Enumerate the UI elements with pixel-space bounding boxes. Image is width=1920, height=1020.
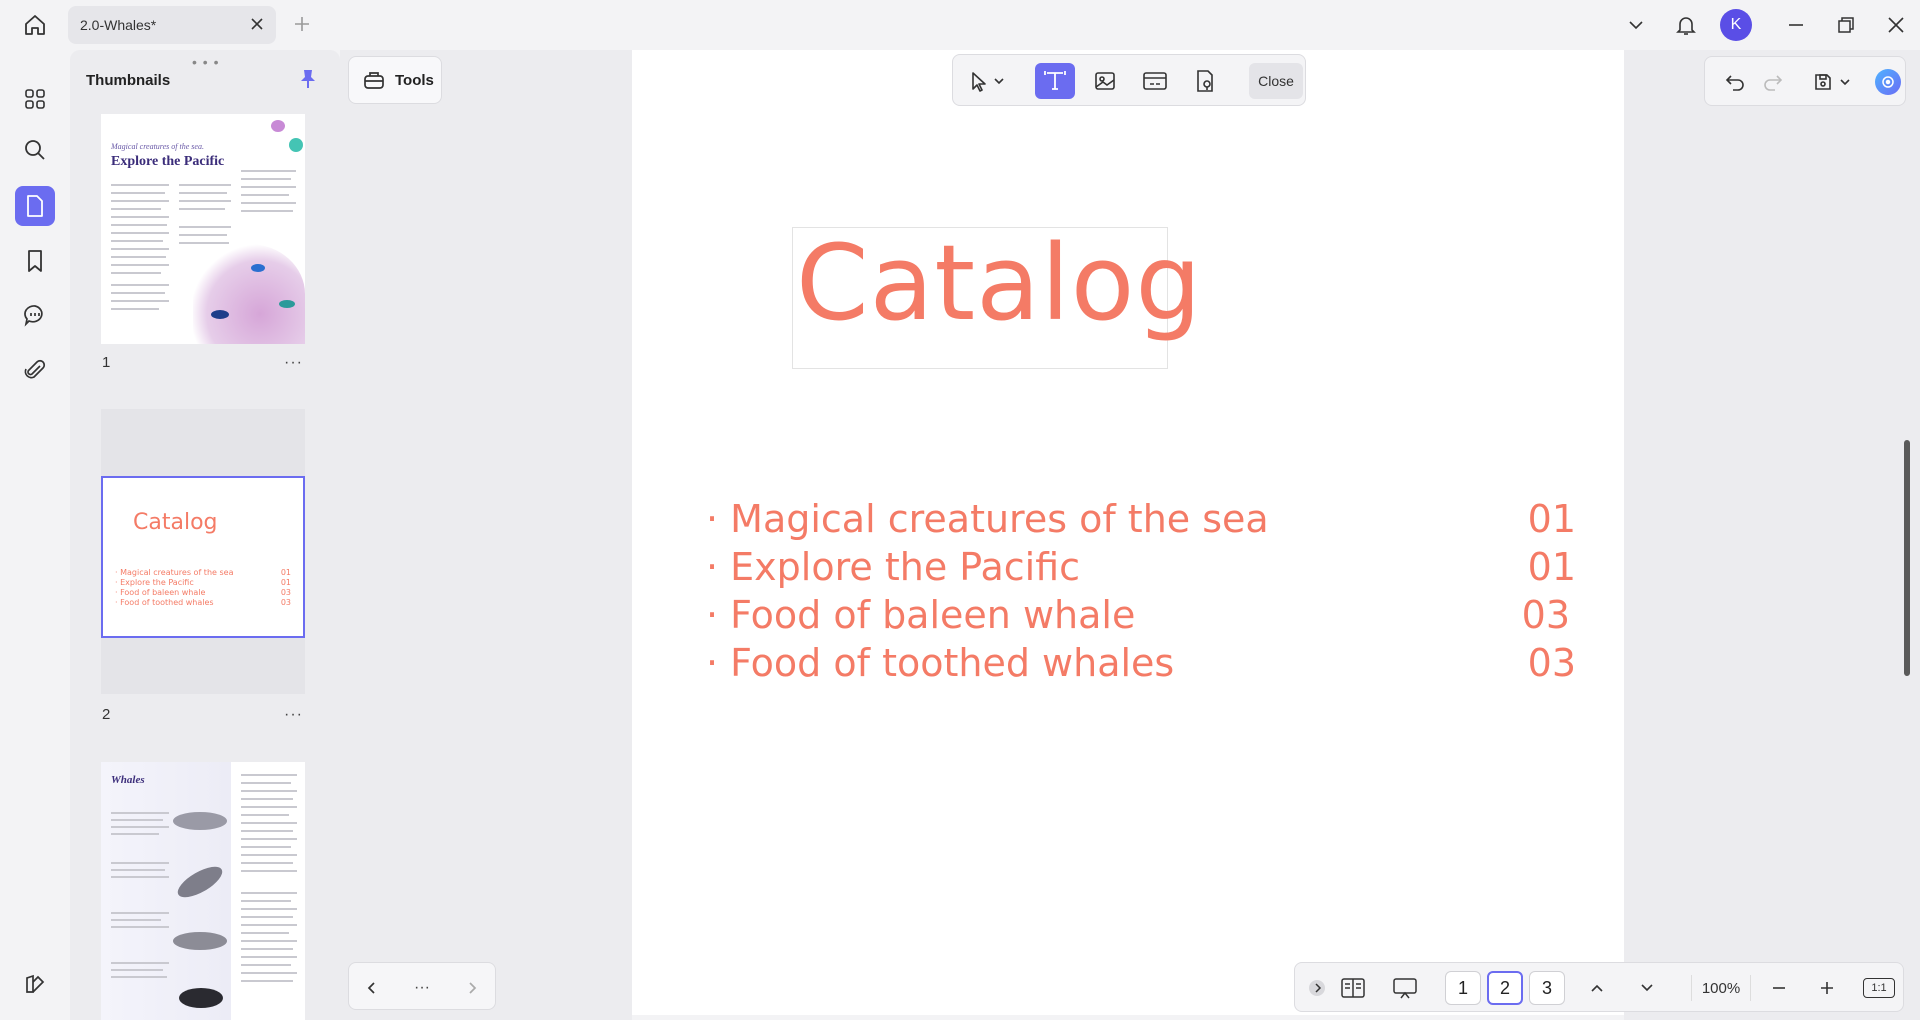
chevron-right-icon[interactable] [1307,975,1327,1001]
toc-page-number: 01 [1527,545,1576,589]
zoom-in-icon[interactable] [1813,975,1841,1001]
document-title[interactable]: Catalog [796,222,1202,344]
thumb-toc-num: 03 [280,598,291,607]
image-tool[interactable] [1085,63,1125,99]
thumb-toc-num: 01 [280,578,291,587]
thumbnails-icon[interactable] [15,186,55,226]
comments-icon[interactable] [15,295,55,335]
toolbox-icon [363,70,385,90]
bell-icon[interactable] [1672,11,1700,39]
title-bar: 2.0-Whales* K [0,0,1920,50]
more-pages-button[interactable]: ··· [411,977,433,999]
page-button[interactable]: 1 [1445,971,1481,1005]
tools-column: Tools ··· [340,50,632,1020]
apps-grid-icon[interactable] [15,79,55,119]
page-button[interactable]: 3 [1529,971,1565,1005]
right-toolbar [1704,56,1906,106]
bottom-toolbar: 1 2 3 100% 1:1 [1294,962,1904,1012]
tab-title: 2.0-Whales* [80,17,157,33]
page-thumbnail-3[interactable]: Whales [101,762,305,1020]
search-icon[interactable] [15,130,55,170]
chevron-down-icon[interactable] [1622,11,1650,39]
page-layout-icon[interactable] [1339,975,1367,1001]
thumb-page-number: 2 [102,706,111,723]
left-rail [0,50,70,1020]
page-nav: ··· [348,962,496,1010]
presentation-icon[interactable] [1391,975,1419,1001]
thumb-heading: Explore the Pacific [111,154,225,169]
toc-page-number: 01 [1527,497,1576,541]
toc-entry[interactable]: · Food of toothed whales 03 [706,641,1576,689]
toc-label: · Food of toothed whales [706,641,1175,685]
thumb-more-button[interactable]: ··· [284,706,303,724]
thumb-toc-label: · Food of toothed whales [115,598,214,607]
toc-entry[interactable]: · Food of baleen whale 03 [706,593,1576,641]
thumb-heading: Catalog [133,510,218,535]
avatar[interactable]: K [1720,9,1752,41]
edit-toolbar: Close [952,54,1306,106]
new-tab-icon[interactable] [292,14,312,34]
toc-entry[interactable]: · Magical creatures of the sea 01 [706,497,1576,545]
home-icon[interactable] [18,10,52,40]
chevron-down-icon[interactable] [1837,70,1853,94]
close-edit-button[interactable]: Close [1249,63,1303,99]
save-icon[interactable] [1811,70,1835,94]
watermark-tool[interactable] [1185,63,1225,99]
select-tool[interactable] [959,63,1015,99]
toc-entry[interactable]: · Explore the Pacific 01 [706,545,1576,593]
right-gutter [1624,50,1920,1020]
toc-label: · Food of baleen whale [706,593,1136,637]
chevron-left-icon[interactable] [361,977,383,999]
minimize-icon[interactable] [1782,11,1810,39]
thumb-more-button[interactable]: ··· [284,354,303,372]
chevron-down-icon[interactable] [1633,975,1661,1001]
toc-page-number: 03 [1527,641,1576,685]
toc-label: · Magical creatures of the sea [706,497,1269,541]
tools-button[interactable]: Tools [348,56,442,104]
thumb-subheading: Magical creatures of the sea. [111,142,204,151]
link-tool[interactable] [1135,63,1175,99]
page-button-current[interactable]: 2 [1487,971,1523,1005]
vertical-scrollbar[interactable] [1904,440,1910,676]
theme-icon[interactable] [15,964,55,1004]
thumb-toc-label: · Food of baleen whale [115,588,206,597]
close-window-icon[interactable] [1882,11,1910,39]
ai-assistant-icon[interactable] [1875,69,1901,95]
page-thumbnail-1[interactable]: Magical creatures of the sea. Explore th… [101,114,305,344]
thumb-toc-label: · Magical creatures of the sea [115,568,234,577]
thumbnails-panel: • • • Thumbnails Magical creatures of th… [70,50,340,1020]
restore-icon[interactable] [1832,11,1860,39]
toc-page-number: 03 [1521,593,1570,637]
tools-label: Tools [395,71,434,89]
document-tab[interactable]: 2.0-Whales* [68,6,276,44]
zoom-level[interactable]: 100% [1691,975,1751,1001]
thumb-toc-label: · Explore the Pacific [115,578,194,587]
thumb-heading: Whales [111,774,145,786]
toc-label: · Explore the Pacific [706,545,1081,589]
thumb-page-number: 1 [102,354,111,371]
zoom-out-icon[interactable] [1765,975,1793,1001]
thumb-toc-num: 01 [280,568,291,577]
chevron-up-icon[interactable] [1583,975,1611,1001]
page-thumbnail-2[interactable]: Catalog · Magical creatures of the sea 01… [101,476,305,638]
thumb-toc-num: 03 [280,588,291,597]
chevron-right-icon[interactable] [461,977,483,999]
panel-grip[interactable]: • • • [192,54,219,70]
undo-icon[interactable] [1723,70,1747,94]
thumbnails-title: Thumbnails [86,72,171,89]
attachment-icon[interactable] [15,350,55,390]
text-tool[interactable] [1035,63,1075,99]
bookmark-icon[interactable] [15,241,55,281]
close-tab-icon[interactable] [250,17,264,31]
pin-icon[interactable] [298,68,318,90]
redo-icon[interactable] [1761,70,1785,94]
actual-size-button[interactable]: 1:1 [1863,978,1895,998]
